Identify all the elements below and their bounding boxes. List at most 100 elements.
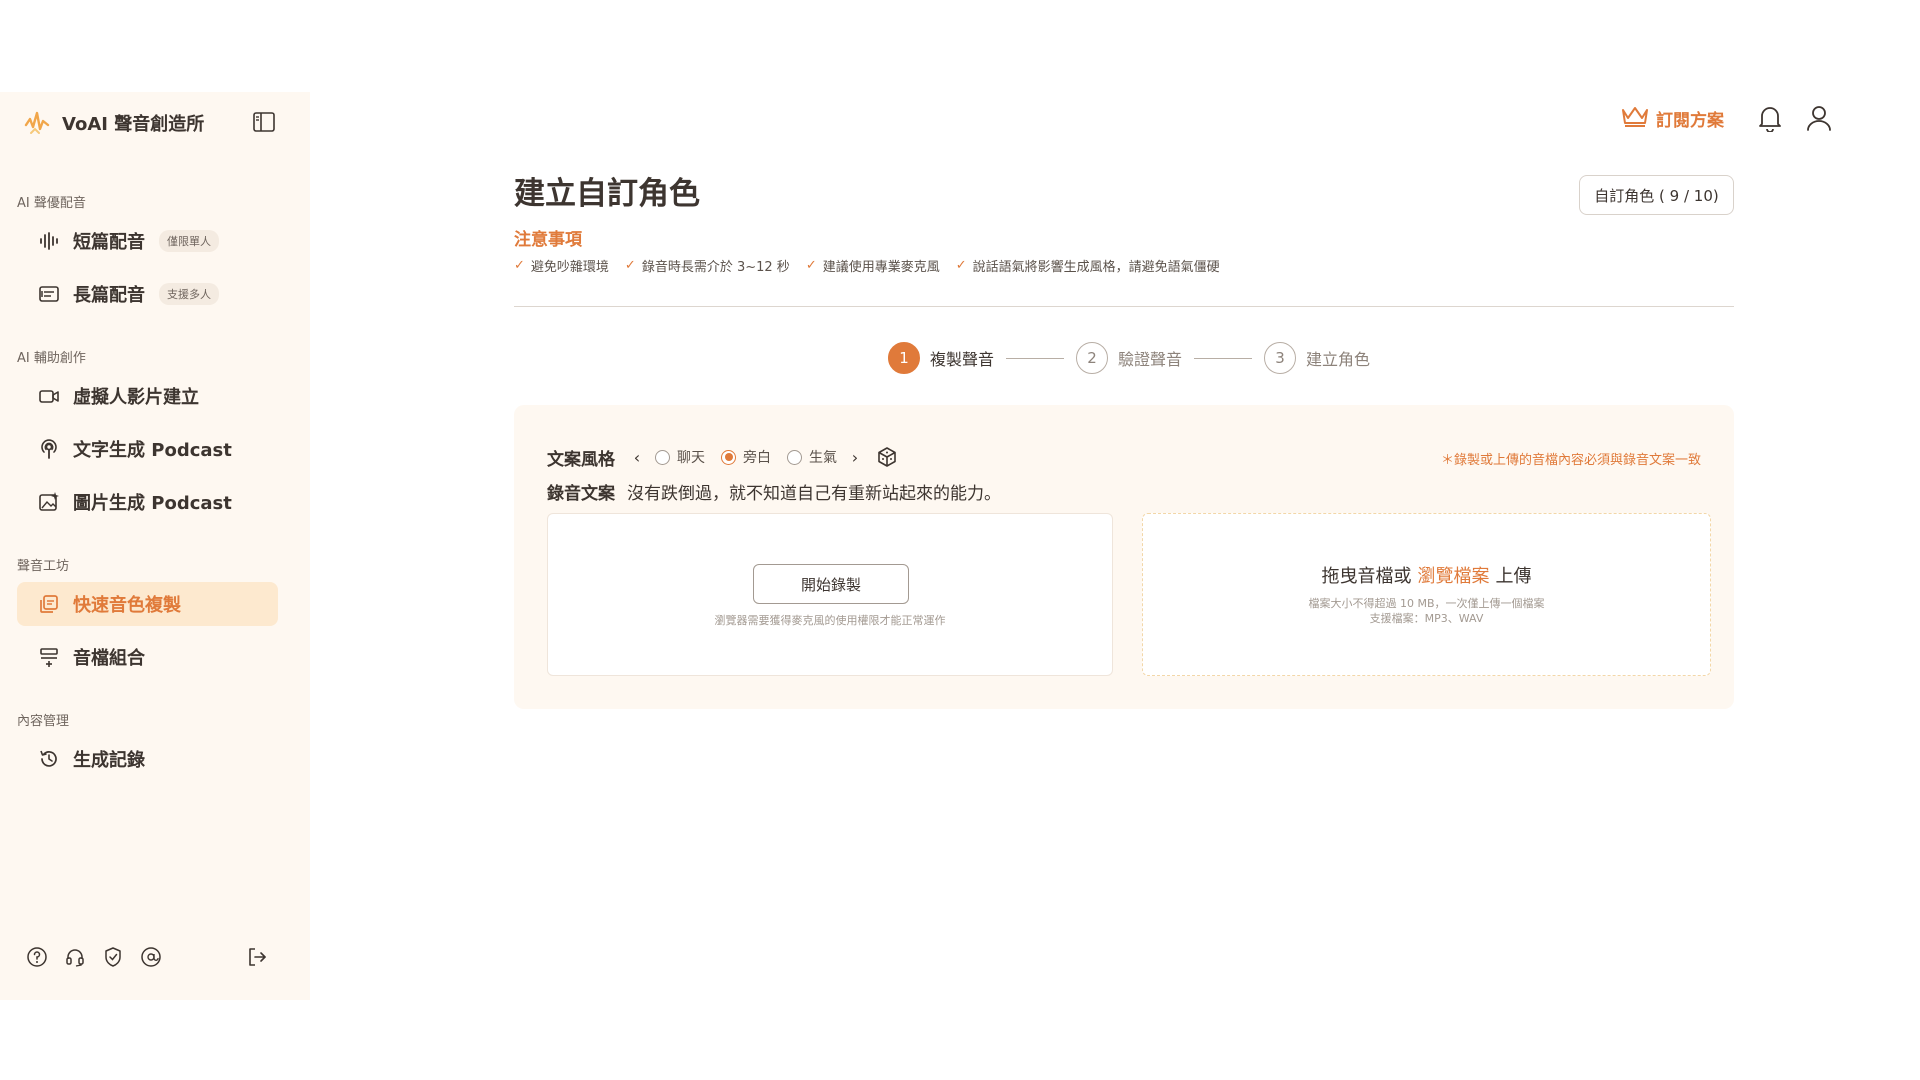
- sidebar-item-short-dubbing[interactable]: 短篇配音 僅限單人: [17, 219, 278, 263]
- subscribe-plan-label: 訂閱方案: [1656, 110, 1724, 131]
- copy-voice-icon: [37, 592, 61, 616]
- note-item: ✓ 建議使用專業麥克風: [806, 256, 940, 275]
- sidebar-item-long-dubbing[interactable]: 長篇配音 支援多人: [17, 272, 278, 316]
- recording-script-text: 沒有跌倒過，就不知道自己有重新站起來的能力。: [627, 483, 1001, 504]
- sidebar-item-text-podcast[interactable]: 文字生成 Podcast: [17, 427, 278, 471]
- divider: [514, 306, 1734, 307]
- sidebar-item-history[interactable]: 生成記錄: [17, 737, 278, 781]
- step-number: 2: [1076, 342, 1109, 374]
- headset-icon[interactable]: [62, 944, 88, 970]
- recording-script-title: 錄音文案: [547, 483, 615, 504]
- at-sign-icon[interactable]: [138, 944, 164, 970]
- step-connector: [1006, 357, 1065, 359]
- sidebar-item-label: 圖片生成 Podcast: [73, 493, 232, 514]
- sidebar-collapse-button[interactable]: [250, 108, 278, 136]
- sidebar-footer: [24, 944, 164, 970]
- random-cube-button[interactable]: [875, 445, 899, 469]
- record-area: 開始錄製 瀏覽器需要獲得麥克風的使用權限才能正常運作: [547, 513, 1113, 676]
- step-label: 複製聲音: [930, 350, 995, 369]
- sidebar-item-image-podcast[interactable]: 圖片生成 Podcast: [17, 480, 278, 524]
- browse-files-link[interactable]: 瀏覽檔案: [1418, 566, 1490, 587]
- custom-character-count[interactable]: 自訂角色 ( 9 / 10): [1579, 175, 1734, 215]
- user-profile-button[interactable]: [1803, 102, 1835, 134]
- note-text: 錄音時長需介於 3~12 秒: [641, 260, 790, 275]
- video-camera-icon: [37, 384, 61, 408]
- section-label-ai-creation: AI 輔助創作: [17, 351, 86, 366]
- radio-label: 旁白: [743, 450, 771, 466]
- start-recording-button[interactable]: 開始錄製: [753, 564, 909, 604]
- note-item: ✓ 避免吵雜環境: [514, 256, 609, 275]
- podcast-icon: [37, 437, 61, 461]
- step-number: 3: [1264, 342, 1297, 374]
- sidebar-item-label: 虛擬人影片建立: [73, 387, 199, 408]
- sidebar-item-quick-voice-clone[interactable]: 快速音色複製: [17, 582, 278, 626]
- image-sparkle-icon: [37, 490, 61, 514]
- note-text: 說話語氣將影響生成風格，請避免語氣僵硬: [972, 260, 1220, 275]
- sidebar-item-tag: 僅限單人: [159, 230, 219, 252]
- cube-icon: [878, 447, 896, 467]
- shield-check-icon[interactable]: [100, 944, 126, 970]
- upload-size-limit: 檔案大小不得超過 10 MB，一次僅上傳一個檔案: [1308, 597, 1545, 610]
- step-connector: [1194, 357, 1253, 359]
- sidebar-item-avatar-video[interactable]: 虛擬人影片建立: [17, 374, 278, 418]
- help-icon[interactable]: [24, 944, 50, 970]
- document-list-icon: [37, 282, 61, 306]
- sidebar-toggle-icon: [253, 112, 275, 132]
- sidebar-item-label: 生成記錄: [73, 750, 145, 771]
- script-style-title: 文案風格: [547, 449, 615, 470]
- sidebar-item-label: 快速音色複製: [73, 595, 181, 616]
- style-radio-chat[interactable]: 聊天: [655, 447, 705, 467]
- waveform-icon: [37, 229, 61, 253]
- sidebar: VoAI 聲音創造所 AI 聲優配音 短篇配音 僅限單人 長篇配音 支援多人 A…: [0, 92, 310, 1000]
- step-number: 1: [888, 342, 920, 374]
- radio-label: 聊天: [677, 450, 705, 466]
- sidebar-item-label: 短篇配音: [73, 232, 145, 253]
- microphone-permission-hint: 瀏覽器需要獲得麥克風的使用權限才能正常運作: [714, 614, 946, 627]
- sidebar-item-tag: 支援多人: [159, 283, 219, 305]
- style-radio-narration[interactable]: 旁白: [721, 447, 771, 467]
- radio-label: 生氣: [809, 450, 837, 466]
- upload-requirements: 檔案大小不得超過 10 MB，一次僅上傳一個檔案 支援檔案：MP3、WAV: [1143, 596, 1710, 626]
- check-icon: ✓: [805, 258, 817, 273]
- check-icon: ✓: [955, 258, 967, 273]
- notes-title: 注意事項: [514, 230, 582, 250]
- note-text: 避免吵雜環境: [530, 260, 609, 275]
- note-text: 建議使用專業麥克風: [822, 260, 940, 275]
- note-item: ✓ 錄音時長需介於 3~12 秒: [625, 256, 790, 275]
- voice-clone-panel: 文案風格 ‹ 聊天 旁白 生氣 › ＊錄製或上傳的音檔內容必須與錄音文案一致 錄…: [514, 405, 1734, 709]
- upload-formats: 支援檔案：MP3、WAV: [1369, 612, 1484, 625]
- brand-name: VoAI 聲音創造所: [62, 114, 205, 135]
- step-label: 建立角色: [1306, 350, 1371, 369]
- brand[interactable]: VoAI 聲音創造所: [22, 106, 204, 140]
- upload-instructions: 拖曳音檔或 瀏覽檔案 上傳: [1143, 562, 1710, 588]
- chevron-right-icon[interactable]: ›: [845, 447, 865, 467]
- note-item: ✓ 說話語氣將影響生成風格，請避免語氣僵硬: [956, 256, 1220, 275]
- user-icon: [1807, 106, 1831, 131]
- step-verify-voice: 2 驗證聲音: [1076, 342, 1182, 374]
- logout-icon[interactable]: [244, 944, 270, 970]
- chevron-left-icon[interactable]: ‹: [627, 447, 647, 467]
- crown-icon: [1620, 104, 1650, 132]
- upload-dropzone[interactable]: 拖曳音檔或 瀏覽檔案 上傳 檔案大小不得超過 10 MB，一次僅上傳一個檔案 支援檔…: [1142, 513, 1711, 676]
- step-clone-voice: 1 複製聲音: [888, 342, 994, 374]
- radio-circle: [787, 449, 802, 465]
- upload-prefix: 拖曳音檔或: [1321, 566, 1412, 587]
- upload-suffix: 上傳: [1495, 566, 1532, 587]
- script-style-row: 文案風格 ‹ 聊天 旁白 生氣 ›: [547, 443, 899, 471]
- progress-stepper: 1 複製聲音 2 驗證聲音 3 建立角色: [888, 342, 1370, 374]
- section-label-ai-voice: AI 聲優配音: [17, 196, 86, 211]
- merge-audio-icon: [37, 645, 61, 669]
- notification-bell-button[interactable]: [1754, 102, 1786, 134]
- section-label-voice-workshop: 聲音工坊: [17, 559, 70, 574]
- page-title: 建立自訂角色: [514, 176, 700, 212]
- style-radio-angry[interactable]: 生氣: [787, 447, 837, 467]
- step-label: 驗證聲音: [1118, 350, 1183, 369]
- sidebar-item-label: 文字生成 Podcast: [73, 440, 232, 461]
- subscribe-plan-button[interactable]: 訂閱方案: [1620, 102, 1724, 134]
- sidebar-item-audio-merge[interactable]: 音檔組合: [17, 635, 278, 679]
- recording-script-row: 錄音文案 沒有跌倒過，就不知道自己有重新站起來的能力。: [547, 477, 1001, 505]
- notes-list: ✓ 避免吵雜環境 ✓ 錄音時長需介於 3~12 秒 ✓ 建議使用專業麥克風 ✓ 說話語氣…: [514, 256, 1220, 275]
- bell-icon: [1759, 107, 1781, 132]
- section-label-content-management: 內容管理: [17, 714, 70, 729]
- check-icon: ✓: [624, 258, 636, 273]
